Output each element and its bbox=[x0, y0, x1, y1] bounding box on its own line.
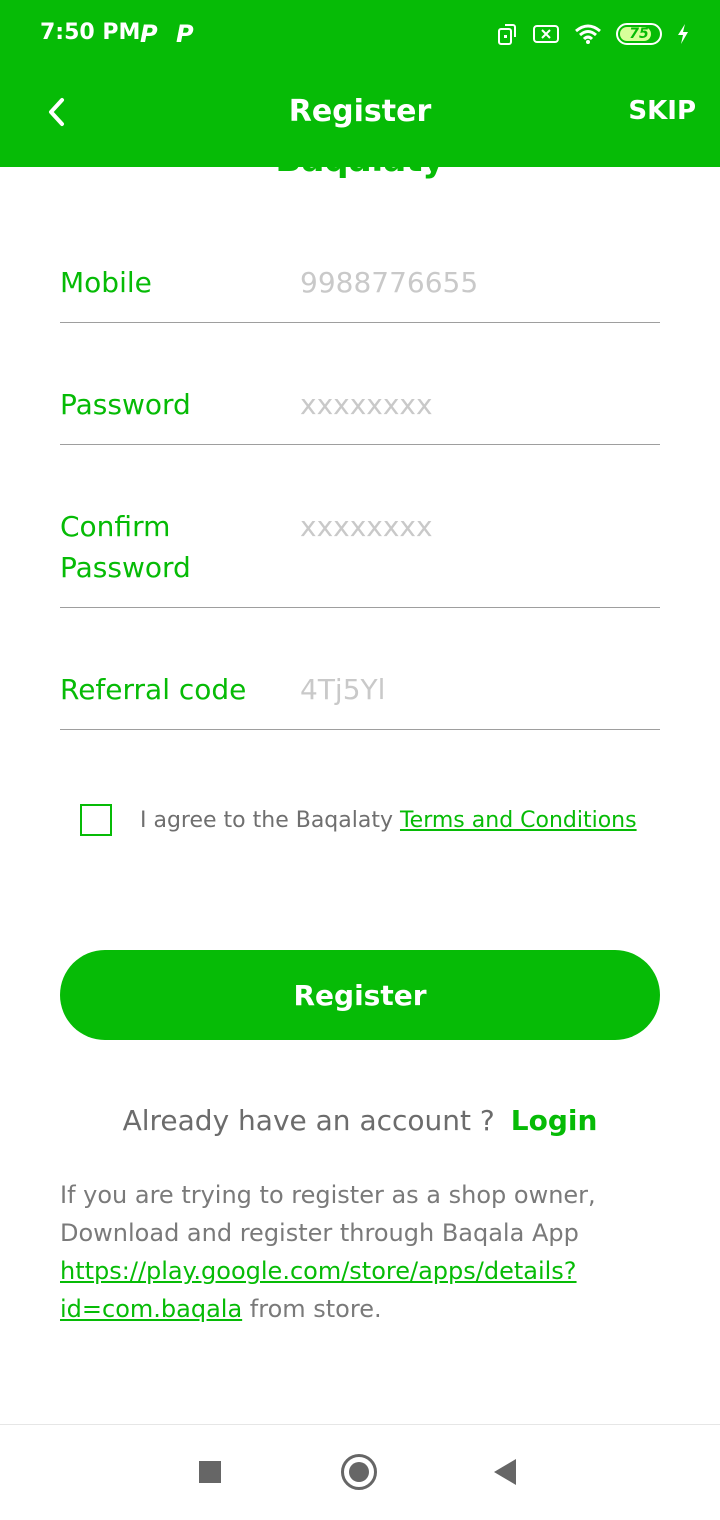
status-icons: 75 bbox=[496, 22, 690, 46]
status-bar: 7:50 PM P P 75 bbox=[0, 0, 720, 70]
info-line-2: Download and register through Baqala App bbox=[60, 1219, 579, 1247]
status-time: 7:50 PM bbox=[40, 20, 141, 45]
register-button[interactable]: Register bbox=[60, 950, 660, 1040]
no-sim-icon bbox=[533, 25, 559, 43]
system-nav-bar bbox=[0, 1424, 720, 1520]
info-line-1: If you are trying to register as a shop … bbox=[60, 1181, 596, 1209]
password-field: Password xxxxxxxx bbox=[60, 384, 660, 445]
parking-app-icon: P bbox=[140, 20, 158, 48]
password-label: Password bbox=[60, 388, 191, 421]
confirm-password-field: Confirm Password xxxxxxxx bbox=[60, 506, 660, 608]
recents-icon[interactable] bbox=[199, 1461, 221, 1483]
terms-prefix: I agree to the Baqalaty bbox=[140, 807, 400, 833]
page-title: Register bbox=[288, 94, 432, 129]
referral-label: Referral code bbox=[60, 673, 247, 706]
info-suffix: from store. bbox=[242, 1295, 382, 1323]
confirm-password-label-line1: Confirm bbox=[60, 510, 171, 543]
system-back-icon[interactable] bbox=[494, 1459, 516, 1485]
app-header: 7:50 PM P P 75 Register SKIP bbox=[0, 0, 720, 167]
battery-level: 75 bbox=[629, 26, 649, 42]
terms-checkbox[interactable] bbox=[80, 804, 112, 836]
toolbar: Register SKIP bbox=[0, 70, 720, 167]
shop-owner-info: If you are trying to register as a shop … bbox=[60, 1176, 660, 1328]
mobile-input[interactable]: 9988776655 bbox=[300, 262, 478, 303]
battery-icon: 75 bbox=[616, 23, 662, 45]
mobile-label: Mobile bbox=[60, 266, 152, 299]
rotate-icon bbox=[498, 24, 516, 45]
password-input[interactable]: xxxxxxxx bbox=[300, 384, 433, 425]
charging-icon bbox=[678, 24, 688, 44]
home-icon[interactable] bbox=[341, 1454, 377, 1490]
parking-app-icon-2: P bbox=[176, 20, 194, 48]
login-prompt-text: Already have an account ? bbox=[122, 1104, 495, 1137]
terms-link[interactable]: Terms and Conditions bbox=[400, 808, 637, 833]
login-link[interactable]: Login bbox=[511, 1104, 598, 1137]
terms-agreement: I agree to the Baqalaty Terms and Condit… bbox=[80, 804, 637, 836]
referral-field: Referral code 4Tj5Yl bbox=[60, 669, 660, 730]
terms-text: I agree to the Baqalaty Terms and Condit… bbox=[140, 808, 637, 833]
referral-input[interactable]: 4Tj5Yl bbox=[300, 669, 385, 710]
confirm-password-input[interactable]: xxxxxxxx bbox=[300, 506, 433, 547]
wifi-icon bbox=[575, 24, 601, 44]
skip-button[interactable]: SKIP bbox=[628, 96, 696, 126]
confirm-password-label-line2: Password bbox=[60, 551, 191, 584]
info-link-block: https://play.google.com/store/apps/detai… bbox=[60, 1252, 660, 1328]
login-prompt: Already have an account ? Login bbox=[0, 1104, 720, 1137]
mobile-field: Mobile 9988776655 bbox=[60, 262, 660, 323]
